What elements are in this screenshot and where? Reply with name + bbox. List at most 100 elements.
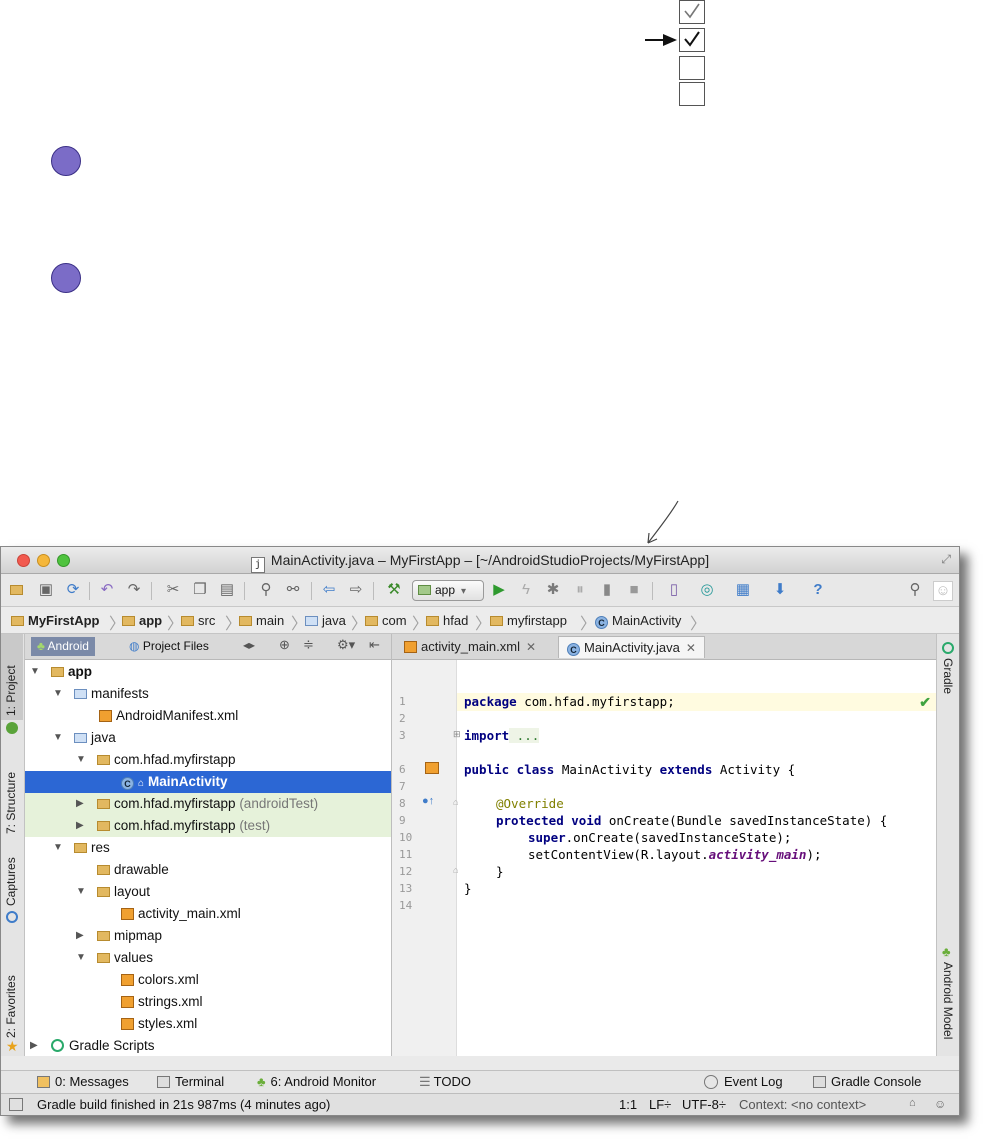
tree-item-drawable[interactable]: drawable [25, 859, 391, 881]
gear-icon[interactable]: ⚙▾ [337, 637, 355, 653]
find-icon[interactable]: ⚲ [257, 581, 275, 599]
user-icon[interactable]: ☺ [933, 581, 953, 601]
tree-item-strings-xml[interactable]: strings.xml [25, 991, 391, 1013]
avd-manager-icon[interactable]: ▯ [665, 581, 683, 599]
expand-arrow-icon[interactable]: ▶ [30, 1035, 38, 1057]
tool-event-log-button[interactable]: Event Log [704, 1074, 783, 1089]
tree-item-app[interactable]: ▼ app [25, 661, 391, 683]
redo-icon[interactable]: ↷ [125, 581, 143, 599]
tree-item-package-main[interactable]: ▼ com.hfad.myfirstapp [25, 749, 391, 771]
expand-arrow-icon[interactable]: ▶ [76, 793, 84, 815]
run-icon[interactable]: ▶ [490, 581, 508, 599]
fold-marker-icon[interactable]: ⌂ [453, 865, 458, 875]
folded-imports[interactable]: ... [509, 728, 540, 743]
caret-position[interactable]: 1:1 [619, 1097, 637, 1112]
breadcrumb-project[interactable]: MyFirstApp [11, 612, 100, 629]
code-editor[interactable]: 1 2 3 6 7 8 9 10 11 12 13 14 ●↑ ⊞ ⌂ ⌂ pa… [392, 660, 937, 1056]
tab-mainactivity-java[interactable]: C MainActivity.java ✕ [558, 636, 705, 658]
fold-marker-icon[interactable]: ⌂ [453, 797, 458, 807]
tool-messages-button[interactable]: 0: Messages [37, 1074, 129, 1089]
expand-arrow-icon[interactable]: ▼ [76, 947, 86, 969]
attach-icon[interactable]: ▮ [598, 581, 616, 599]
expand-arrow-icon[interactable]: ▼ [76, 749, 86, 771]
breadcrumb-hfad[interactable]: hfad [426, 612, 468, 629]
breadcrumb-java[interactable]: java [305, 612, 346, 629]
override-method-icon[interactable]: ●↑ [422, 795, 434, 807]
tool-gradle-label[interactable]: Gradle [941, 658, 955, 694]
tree-item-styles-xml[interactable]: styles.xml [25, 1013, 391, 1035]
expand-arrow-icon[interactable]: ▶ [76, 925, 84, 947]
tool-todo-button[interactable]: ☰ TODO [419, 1074, 471, 1090]
tab-android-view[interactable]: ♣ Android [31, 637, 95, 656]
run-config-dropdown[interactable]: app ▾ [412, 580, 484, 601]
replace-icon[interactable]: ⚯ [284, 581, 302, 599]
tool-android-model-label[interactable]: Android Model [941, 962, 955, 1039]
scroll-from-source-icon[interactable]: ⊕ [279, 637, 290, 653]
tree-item-colors-xml[interactable]: colors.xml [25, 969, 391, 991]
context-indicator[interactable]: Context: <no context> [739, 1097, 866, 1112]
toggle-tool-windows-icon[interactable] [9, 1098, 23, 1111]
tool-project-label[interactable]: 1: Project [4, 665, 18, 716]
expand-arrow-icon[interactable]: ▼ [30, 661, 40, 683]
sync-gradle-icon[interactable]: ◎ [698, 581, 716, 599]
collapse-all-icon[interactable]: ≑ [303, 637, 314, 653]
status-message[interactable]: Gradle build finished in 21s 987ms (4 mi… [37, 1097, 330, 1112]
tree-item-java[interactable]: ▼ java [25, 727, 391, 749]
expand-arrow-icon[interactable]: ▼ [53, 837, 63, 859]
profile-icon[interactable]: ⏸ [571, 581, 589, 599]
sdk-manager-icon[interactable]: ⬇ [771, 581, 789, 599]
sync-icon[interactable]: ⟳ [64, 581, 82, 599]
cut-icon[interactable]: ✂ [164, 581, 182, 599]
expand-arrow-icon[interactable]: ▼ [53, 727, 63, 749]
tab-project-files[interactable]: ◍ Project Files [123, 637, 215, 656]
no-errors-check-icon[interactable]: ✔ [919, 694, 931, 711]
encoding-selector[interactable]: UTF-8÷ [682, 1097, 726, 1112]
tool-gradle-console-button[interactable]: Gradle Console [813, 1074, 921, 1089]
debug-icon[interactable]: ✱ [544, 581, 562, 599]
fold-expand-icon[interactable]: ⊞ [453, 729, 461, 740]
tree-item-gradle-scripts[interactable]: ▶ Gradle Scripts [25, 1035, 391, 1057]
project-structure-icon[interactable]: ▦ [734, 581, 752, 599]
tree-item-values[interactable]: ▼ values [25, 947, 391, 969]
expand-arrow-icon[interactable]: ▼ [53, 683, 63, 705]
expand-arrow-icon[interactable]: ▼ [76, 881, 86, 903]
build-hammer-icon[interactable]: ⚒ [385, 581, 403, 599]
tree-item-layout[interactable]: ▼ layout [25, 881, 391, 903]
tool-android-monitor-button[interactable]: ♣ 6: Android Monitor [257, 1074, 376, 1089]
breadcrumb-main[interactable]: main [239, 612, 284, 629]
view-switch-icon[interactable]: ◂▸ [243, 638, 255, 652]
breadcrumb-com[interactable]: com [365, 612, 407, 629]
breadcrumb-src[interactable]: src [181, 612, 215, 629]
tree-item-package-test[interactable]: ▶ com.hfad.myfirstapp (test) [25, 815, 391, 837]
stop-icon[interactable]: ■ [625, 581, 643, 599]
save-icon[interactable]: ▣ [37, 581, 55, 599]
line-separator-selector[interactable]: LF÷ [649, 1097, 671, 1112]
open-folder-icon[interactable] [9, 581, 27, 599]
lock-icon[interactable]: ⌂ [909, 1097, 916, 1109]
android-manifest-link-icon[interactable] [425, 762, 439, 774]
close-icon[interactable]: ✕ [686, 641, 696, 655]
undo-icon[interactable]: ↶ [98, 581, 116, 599]
breadcrumb-mainactivity[interactable]: C MainActivity [595, 612, 681, 629]
breadcrumb-myfirstapp[interactable]: myfirstapp [490, 612, 567, 629]
fullscreen-icon[interactable]: ⤢ [941, 552, 951, 567]
inspector-icon[interactable]: ☺ [934, 1097, 946, 1111]
tree-item-mipmap[interactable]: ▶ mipmap [25, 925, 391, 947]
hide-panel-icon[interactable]: ⇤ [369, 637, 380, 653]
tree-item-res[interactable]: ▼ res [25, 837, 391, 859]
copy-icon[interactable]: ❐ [191, 581, 209, 599]
apply-changes-icon[interactable]: ϟ [517, 581, 535, 599]
expand-arrow-icon[interactable]: ▶ [76, 815, 84, 837]
breadcrumb-app[interactable]: app [122, 612, 162, 629]
forward-icon[interactable]: ⇨ [347, 581, 365, 599]
tree-item-androidmanifest[interactable]: AndroidManifest.xml [25, 705, 391, 727]
tool-captures-label[interactable]: Captures [4, 857, 18, 906]
tree-item-package-androidtest[interactable]: ▶ com.hfad.myfirstapp (androidTest) [25, 793, 391, 815]
help-icon[interactable]: ? [809, 581, 827, 599]
tree-item-mainactivity[interactable]: C ⌂ MainActivity [25, 771, 391, 793]
back-icon[interactable]: ⇦ [320, 581, 338, 599]
paste-icon[interactable]: ▤ [218, 581, 236, 599]
tree-item-activity-main-xml[interactable]: activity_main.xml [25, 903, 391, 925]
tool-structure-label[interactable]: 7: Structure [4, 772, 18, 834]
search-everywhere-icon[interactable]: ⚲ [906, 581, 924, 599]
